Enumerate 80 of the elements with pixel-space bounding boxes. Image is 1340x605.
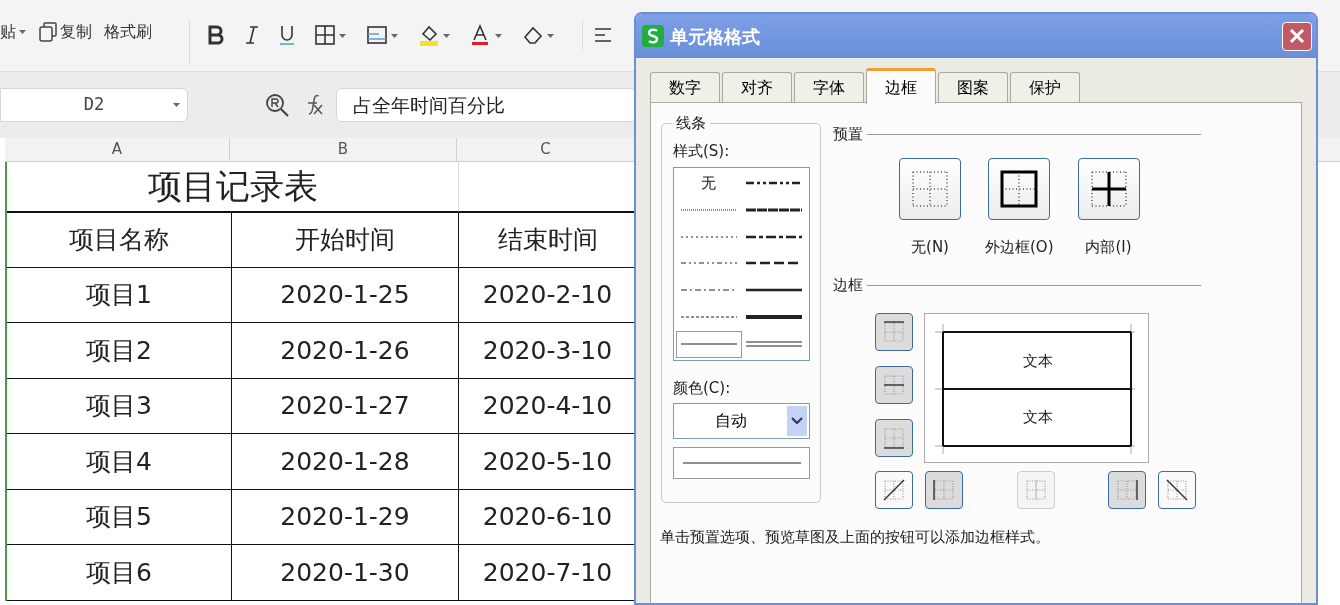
line-style-icon	[746, 287, 803, 294]
dialog-tab[interactable]: 边框	[866, 68, 936, 104]
preset-button[interactable]	[1077, 157, 1140, 220]
dialog-tab[interactable]: 保护	[1010, 72, 1080, 102]
line-style-icon	[680, 233, 737, 240]
copy-button[interactable]: 复制	[35, 20, 96, 44]
border-preview[interactable]: 文本 文本	[924, 312, 1149, 463]
dialog-title: 单元格格式	[670, 24, 760, 49]
border-toggle-button[interactable]	[875, 312, 913, 351]
formula-field[interactable]: 占全年时间百分比	[336, 88, 636, 122]
hint-text: 单击预置选项、预览草图及上面的按钮可以添加边框样式。	[660, 527, 1050, 548]
line-style-option[interactable]: 无	[676, 169, 742, 197]
border-toggle-button[interactable]	[875, 418, 913, 457]
name-box[interactable]: D2	[0, 88, 188, 122]
preset-button[interactable]	[988, 157, 1051, 220]
preset-label: 内部(I)	[1085, 236, 1132, 258]
table-cell: 项目2	[7, 323, 232, 379]
format-painter-button[interactable]: 格式刷	[100, 20, 156, 44]
table-cell: 项目5	[7, 489, 232, 545]
paste-button[interactable]: 贴	[0, 20, 31, 44]
line-style-icon	[680, 341, 737, 348]
preview-text: 文本	[1022, 406, 1054, 428]
table-cell: 2020-1-26	[232, 323, 459, 379]
caret-icon	[173, 102, 181, 108]
preset-label: 外边框(O)	[985, 236, 1054, 258]
section-title: 边框	[833, 275, 863, 296]
border-toggle-button[interactable]	[1108, 470, 1146, 509]
table-cell: 2020-1-25	[232, 267, 459, 323]
zoom-icon	[264, 92, 290, 118]
dialog-tab[interactable]: 图案	[938, 72, 1008, 102]
dialog-tab[interactable]: 对齐	[722, 72, 792, 102]
border-toggle-button[interactable]	[1158, 470, 1196, 509]
line-style-icon	[680, 260, 737, 267]
eraser-icon[interactable]	[522, 24, 556, 46]
chevron-down-icon	[791, 417, 803, 425]
bold-icon[interactable]	[206, 24, 224, 46]
dialog-tab[interactable]: 字体	[794, 72, 864, 102]
font-color-icon[interactable]	[470, 24, 504, 46]
table-cell: 项目6	[7, 545, 232, 601]
preview-text: 文本	[1022, 350, 1054, 372]
table-cell: 2020-1-28	[232, 434, 459, 490]
column-header[interactable]: A	[5, 138, 230, 161]
close-icon	[1289, 28, 1305, 44]
table-cell: 2020-1-30	[232, 545, 459, 601]
table-cell: 项目4	[7, 434, 232, 490]
border-toggle-button[interactable]	[875, 470, 913, 509]
close-button[interactable]	[1282, 21, 1312, 51]
line-style-icon	[746, 314, 803, 321]
line-style-icon	[746, 179, 803, 186]
align-left-icon	[593, 25, 613, 45]
column-heading: 开始时间	[232, 212, 459, 268]
caret-icon	[19, 29, 27, 35]
column-heading: 项目名称	[7, 212, 232, 268]
preset-label: 无(N)	[911, 236, 949, 258]
underline-icon[interactable]	[278, 24, 296, 46]
line-style-icon	[680, 314, 737, 321]
color-select[interactable]: 自动	[673, 403, 810, 439]
line-style-icon	[680, 287, 737, 294]
line-style-icon	[746, 206, 803, 213]
table-cell: 项目1	[7, 267, 232, 323]
column-header[interactable]: B	[230, 138, 457, 161]
borders-icon[interactable]	[314, 24, 348, 46]
merge-icon[interactable]	[366, 24, 400, 46]
line-icon	[682, 462, 801, 464]
section-title: 预置	[833, 124, 863, 145]
copy-icon	[39, 22, 57, 42]
table-cell: 项目3	[7, 378, 232, 434]
app-logo-icon	[642, 25, 664, 47]
border-toggle-button[interactable]	[875, 365, 913, 404]
table-cell: 2020-1-27	[232, 378, 459, 434]
border-toggle-button[interactable]	[925, 470, 963, 509]
line-style-icon	[746, 341, 803, 348]
line-style-icon	[680, 206, 737, 213]
field-label: 样式(S):	[673, 141, 731, 162]
dialog-tab[interactable]: 数字	[650, 72, 720, 102]
field-label: 颜色(C):	[673, 377, 732, 399]
table-cell: 2020-1-29	[232, 489, 459, 545]
fill-color-icon[interactable]	[418, 24, 452, 46]
line-style-icon	[746, 233, 803, 240]
table-title: 项目记录表	[7, 162, 459, 212]
